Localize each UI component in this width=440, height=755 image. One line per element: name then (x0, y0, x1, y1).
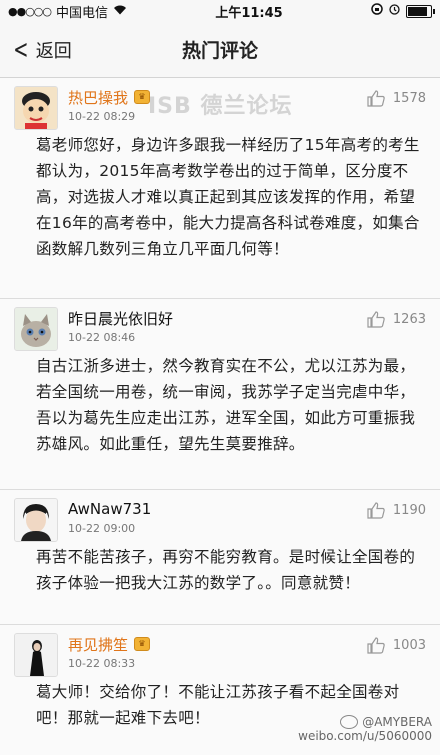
avatar[interactable] (14, 307, 58, 351)
like-count: 1263 (392, 312, 426, 327)
navigation-bar: < 返回 热门评论 (0, 22, 440, 78)
like-button[interactable]: 1578 (367, 90, 426, 107)
thumbs-up-icon (367, 90, 385, 107)
back-label: 返回 (35, 40, 72, 62)
comment-item: 昨日晨光依旧好 10-22 08:46 1263 自古江浙多进士，然今教育实在不… (0, 299, 440, 490)
weibo-watermark: @AMYBERA weibo.com/u/5060000 (298, 715, 432, 743)
avatar[interactable] (14, 86, 58, 130)
comment-text: 再苦不能苦孩子，再穷不能穷教育。是时候让全国卷的孩子体验一把我大江苏的数学了。。… (36, 548, 416, 592)
signal-strength-icon: ●●○○○ (8, 4, 52, 18)
watermark-handle: @AMYBERA (362, 715, 432, 729)
like-count: 1003 (392, 638, 426, 653)
comment-text: 自古江浙多进士，然今教育实在不公，尤以江苏为最，若全国统一用卷，统一审阅，我苏学… (36, 357, 416, 453)
status-bar: ●●○○○ 中国电信 上午11:45 (0, 0, 440, 22)
vip-crown-icon: ♛ (134, 90, 151, 104)
wifi-icon (113, 4, 127, 19)
rotation-lock-icon (371, 3, 383, 19)
like-count: 1190 (392, 503, 426, 518)
thumbs-up-icon (367, 502, 385, 519)
comment-text: 葛老师您好，身边许多跟我一样经历了15年高考的考生都认为，2015年高考数学卷出… (36, 136, 420, 258)
alarm-icon (389, 3, 400, 19)
comment-time: 10-22 08:33 (68, 657, 136, 670)
comment-time: 10-22 08:29 (68, 110, 136, 123)
user-name[interactable]: 昨日晨光依旧好 (68, 308, 173, 329)
comment-item: 热巴操我 ♛ 10-22 08:29 1578 葛老师您好，身边许多跟我一样经历… (0, 78, 440, 299)
like-count: 1578 (392, 91, 426, 106)
like-button[interactable]: 1003 (367, 637, 426, 654)
watermark-url: weibo.com/u/5060000 (298, 729, 432, 743)
comment-item: AwNaw731 10-22 09:00 1190 再苦不能苦孩子，再穷不能穷教… (0, 490, 440, 625)
clock: 上午11:45 (215, 5, 283, 21)
carrier-name: 中国电信 (56, 5, 109, 21)
chevron-left-icon: < (13, 34, 29, 65)
user-name[interactable]: AwNaw731 (68, 500, 151, 518)
back-button[interactable]: < 返回 (0, 37, 72, 63)
user-name[interactable]: 再见拂笙 (68, 634, 128, 655)
like-button[interactable]: 1263 (367, 311, 426, 328)
comment-time: 10-22 09:00 (68, 522, 136, 535)
comment-time: 10-22 08:46 (68, 331, 136, 344)
weibo-logo-icon (340, 715, 359, 729)
avatar[interactable] (14, 633, 58, 677)
user-name[interactable]: 热巴操我 (68, 87, 128, 108)
thumbs-up-icon (367, 637, 385, 654)
thumbs-up-icon (367, 311, 385, 328)
like-button[interactable]: 1190 (367, 502, 426, 519)
battery-icon (406, 4, 435, 18)
comment-list: 热巴操我 ♛ 10-22 08:29 1578 葛老师您好，身边许多跟我一样经历… (0, 78, 440, 755)
avatar[interactable] (14, 498, 58, 542)
vip-crown-icon: ♛ (134, 637, 151, 651)
